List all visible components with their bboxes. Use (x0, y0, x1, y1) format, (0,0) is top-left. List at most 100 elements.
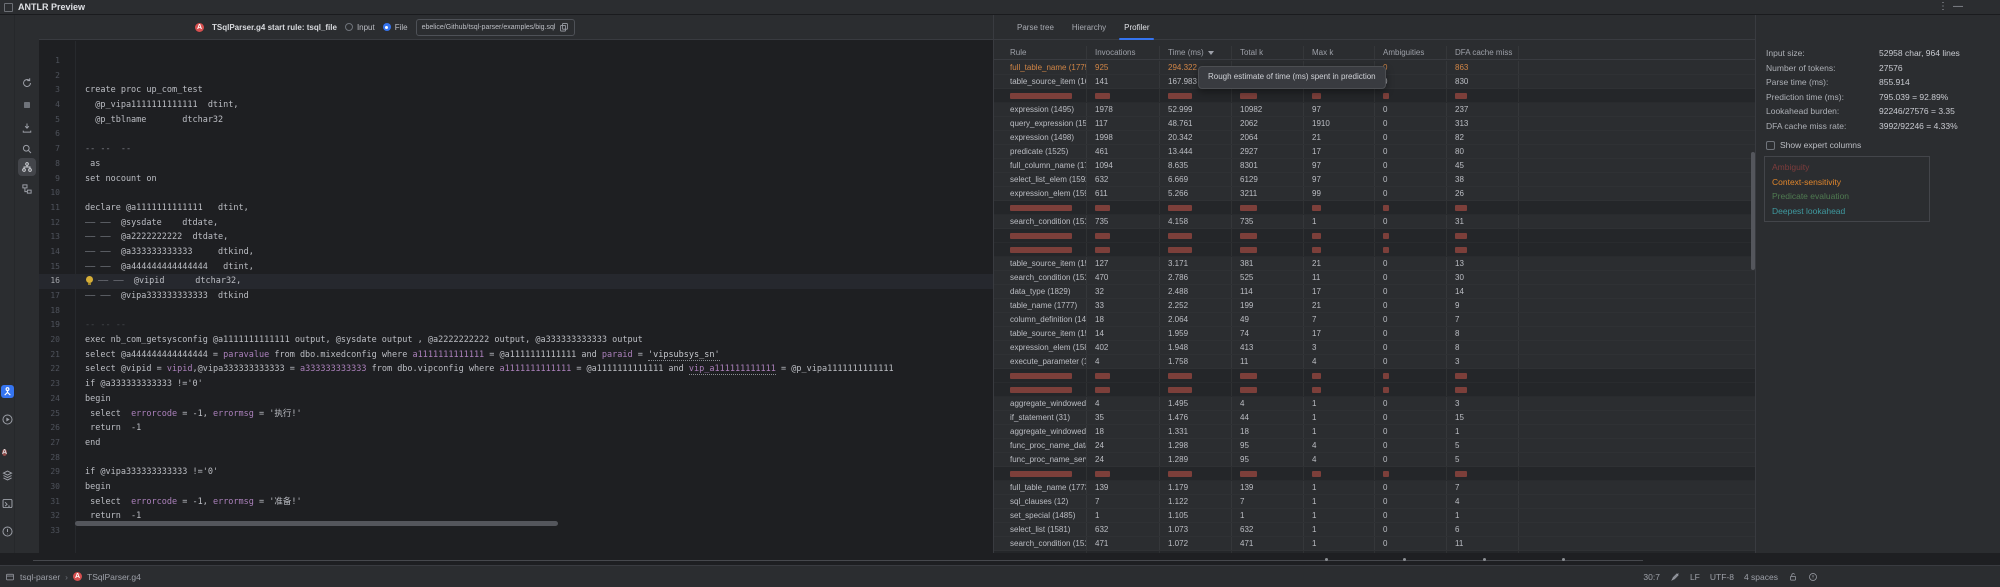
code-line[interactable]: select errorcode = -1, errormsg = '执行!' (85, 407, 993, 422)
profiler-row[interactable]: expression_elem (1589)4021.948413308 (994, 341, 1755, 355)
browse-file-icon[interactable] (559, 22, 569, 32)
profiler-row[interactable]: func_proc_name_data...241.29895405 (994, 439, 1755, 453)
profiler-row[interactable] (994, 369, 1755, 383)
column-header[interactable]: Max k (1304, 46, 1375, 59)
notifications-icon[interactable] (1808, 572, 1818, 582)
line-number[interactable]: 33 (39, 524, 69, 539)
run-icon[interactable] (1, 413, 14, 426)
profiler-row[interactable]: aggregate_windowed...41.4954103 (994, 397, 1755, 411)
code-line[interactable]: set nocount on (85, 172, 993, 187)
line-number[interactable]: 29 (39, 465, 69, 480)
profiler-row[interactable]: data_type (1829)322.48811417014 (994, 285, 1755, 299)
line-number[interactable]: 17 (39, 289, 69, 304)
breadcrumb-file[interactable]: TSqlParser.g4 (87, 572, 141, 582)
profiler-row[interactable]: set_special (1485)11.1051101 (994, 509, 1755, 523)
profiler-row[interactable]: execute_parameter (1...41.75811403 (994, 355, 1755, 369)
code-line[interactable] (85, 451, 993, 466)
code-area[interactable]: create proc up_com_test @p_vipa111111111… (85, 54, 993, 539)
line-number[interactable]: 21 (39, 348, 69, 363)
code-line[interactable]: —— —— @a444444444444444 dtint, (85, 260, 993, 275)
profiler-row[interactable]: table_name (1777)332.2521992109 (994, 299, 1755, 313)
line-number[interactable]: 14 (39, 245, 69, 260)
code-line[interactable]: end (85, 436, 993, 451)
code-line[interactable] (85, 524, 993, 539)
profiler-table-header[interactable]: RuleInvocationsTime (ms)Total kMax kAmbi… (994, 46, 1755, 60)
code-line[interactable]: -- -- -- (85, 142, 993, 157)
breadcrumb-project[interactable]: tsql-parser (20, 572, 60, 582)
profiler-row[interactable]: full_table_name (1773)1391.179139107 (994, 481, 1755, 495)
code-line[interactable]: return -1 (85, 421, 993, 436)
profiler-row[interactable]: predicate (1525)46113.444292717080 (994, 145, 1755, 159)
column-header[interactable]: Ambiguities (1375, 46, 1447, 59)
code-line[interactable]: @p_vipa1111111111111 dtint, (85, 98, 993, 113)
file-path-field[interactable]: ebelice/Github/tsql-parser/examples/big.… (416, 19, 576, 36)
tab-hierarchy[interactable]: Hierarchy (1072, 15, 1106, 40)
line-number[interactable]: 11 (39, 201, 69, 216)
refresh-icon[interactable] (21, 77, 33, 89)
line-number[interactable]: 5 (39, 113, 69, 128)
line-number[interactable]: 4 (39, 98, 69, 113)
profiler-row[interactable] (994, 243, 1755, 257)
code-line[interactable]: —— —— @vipa333333333333 dtkind (85, 289, 993, 304)
editor-gutter[interactable]: 1234567891011121314151617181920212223242… (39, 54, 69, 539)
line-number[interactable]: 28 (39, 451, 69, 466)
hierarchy-view-icon[interactable] (21, 183, 33, 195)
profiler-row[interactable]: column_definition (1421)182.06449707 (994, 313, 1755, 327)
profiler-row[interactable] (994, 467, 1755, 481)
search-icon[interactable] (21, 143, 33, 155)
code-line[interactable]: select @a444444444444444 = paravalue fro… (85, 348, 993, 363)
profiler-row[interactable]: func_proc_name_serv...241.28995405 (994, 453, 1755, 467)
profiler-row[interactable]: select_list_elem (1592)6326.669612997038 (994, 173, 1755, 187)
bottom-splitter[interactable] (0, 553, 2000, 565)
code-line[interactable]: —— —— @a333333333333 dtkind, (85, 245, 993, 260)
profiler-row[interactable]: expression_elem (1590)6115.266321199026 (994, 187, 1755, 201)
file-radio-circle[interactable] (383, 23, 391, 31)
line-number[interactable]: 3 (39, 83, 69, 98)
code-line[interactable]: begin (85, 480, 993, 495)
code-line[interactable] (85, 127, 993, 142)
code-line[interactable] (85, 69, 993, 84)
stop-icon[interactable] (21, 99, 33, 111)
profiler-row[interactable]: search_condition (1516)4711.0724711011 (994, 537, 1755, 551)
editor-horizontal-scrollbar[interactable] (75, 521, 558, 526)
line-number[interactable]: 8 (39, 157, 69, 172)
code-line[interactable]: begin (85, 392, 993, 407)
code-line[interactable]: create proc up_com_test (85, 83, 993, 98)
line-number[interactable]: 25 (39, 407, 69, 422)
profiler-row[interactable]: search_condition (1517)4702.78652511030 (994, 271, 1755, 285)
code-line[interactable] (85, 304, 993, 319)
profiler-row[interactable]: full_column_name (17...10948.63583019704… (994, 159, 1755, 173)
code-line[interactable] (85, 54, 993, 69)
line-number[interactable]: 24 (39, 392, 69, 407)
profiler-row[interactable]: query_expression (1527)11748.76120621910… (994, 117, 1755, 131)
column-header[interactable]: DFA cache miss (1447, 46, 1519, 59)
line-number[interactable]: 22 (39, 362, 69, 377)
profiler-row[interactable]: table_source_item (15...141.959741708 (994, 327, 1755, 341)
file-radio[interactable]: File (383, 23, 408, 32)
column-header[interactable]: Rule (994, 46, 1087, 59)
line-number[interactable]: 16 (39, 274, 69, 289)
profiler-view-icon[interactable] (18, 158, 36, 176)
options-menu-icon[interactable]: ⋮ (1938, 0, 1948, 14)
code-editor[interactable]: create proc up_com_test @p_vipa111111111… (39, 41, 993, 553)
profiler-row[interactable]: table_source_item (15...1273.17138121013 (994, 257, 1755, 271)
profiler-row[interactable]: search_condition (1519)7354.1587351031 (994, 215, 1755, 229)
intention-bulb-icon[interactable] (85, 276, 98, 285)
input-radio-circle[interactable] (345, 23, 353, 31)
services-icon[interactable] (1, 469, 14, 482)
tab-parse-tree[interactable]: Parse tree (1017, 15, 1054, 40)
hide-tool-window-icon[interactable]: — (1953, 0, 1963, 14)
code-line[interactable]: if @a333333333333 !='0' (85, 377, 993, 392)
profiler-row[interactable] (994, 201, 1755, 215)
antlr-icon[interactable]: A (1, 441, 14, 454)
line-number[interactable]: 23 (39, 377, 69, 392)
caret-position[interactable]: 30:7 (1643, 572, 1660, 582)
code-line[interactable]: as (85, 157, 993, 172)
code-line[interactable]: —— —— @vipid dtchar32, (39, 274, 993, 289)
profiler-row[interactable]: select_list (1581)6321.073632106 (994, 523, 1755, 537)
line-number[interactable]: 7 (39, 142, 69, 157)
profiler-row[interactable]: sql_clauses (12)71.1227104 (994, 495, 1755, 509)
checkbox-box[interactable] (1766, 141, 1775, 150)
code-line[interactable]: @p_tblname dtchar32 (85, 113, 993, 128)
line-number[interactable]: 6 (39, 127, 69, 142)
